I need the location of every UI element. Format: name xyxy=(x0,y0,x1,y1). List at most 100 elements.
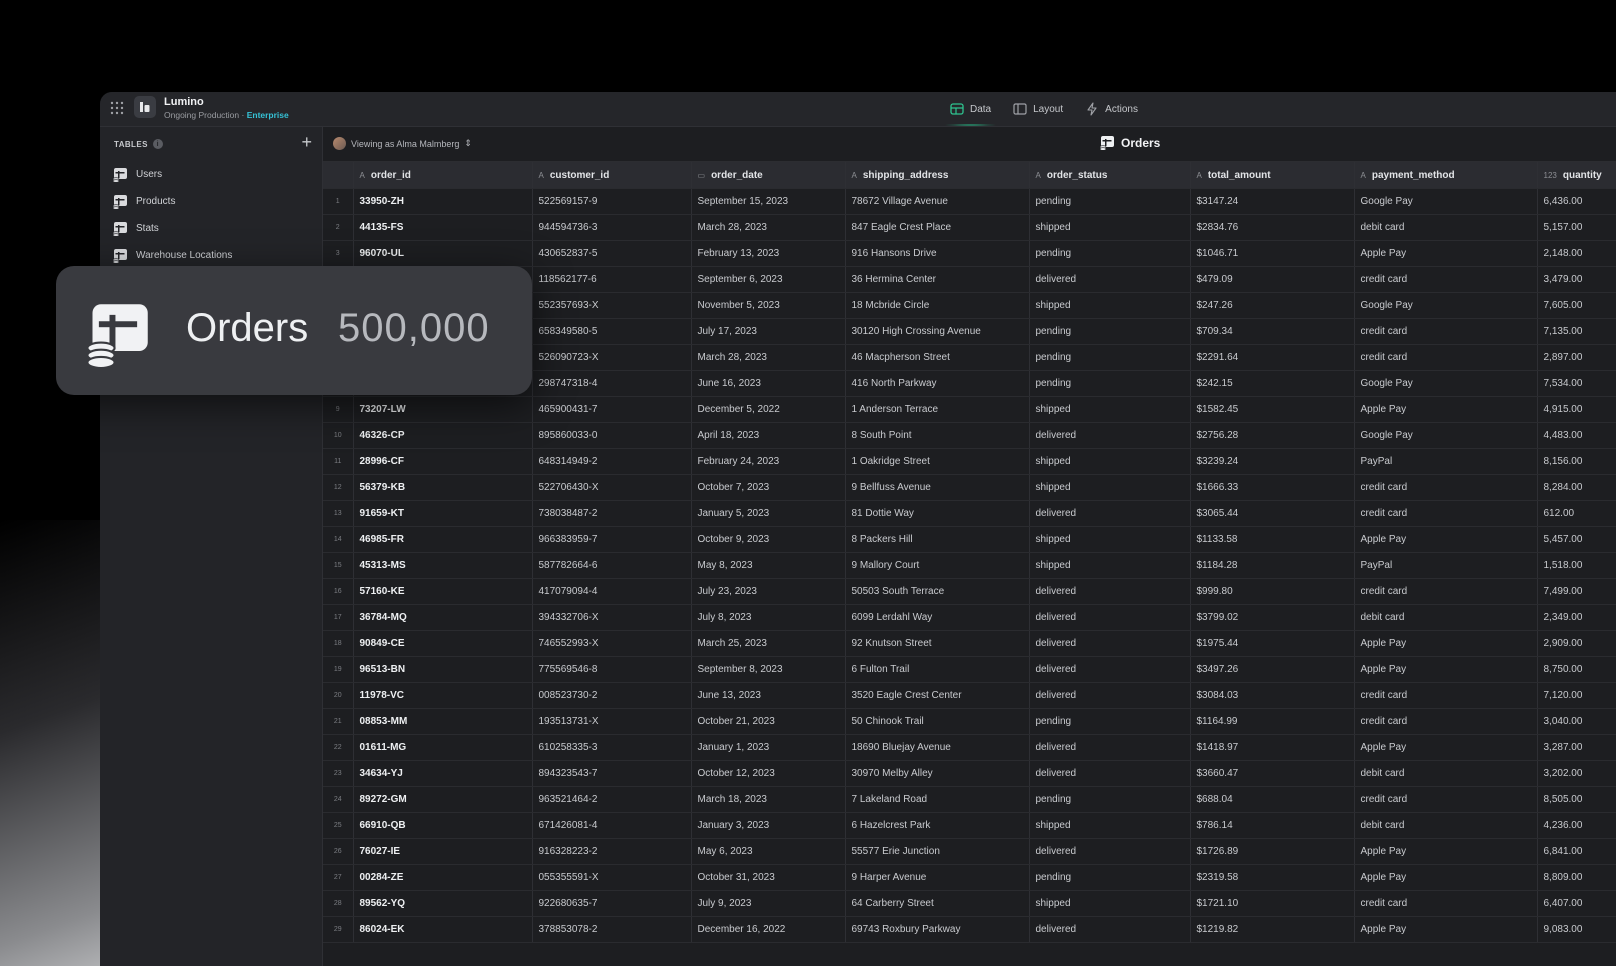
cell-customer-id[interactable]: 055355591-X xyxy=(532,864,692,891)
cell-quantity[interactable]: 8,809.00 xyxy=(1537,864,1616,891)
cell-order-status[interactable]: delivered xyxy=(1029,838,1191,865)
table-row[interactable]: 3 96070-UL 430652837-5 February 13, 2023 916… xyxy=(323,240,1616,267)
cell-total-amount[interactable]: $3799.02 xyxy=(1190,604,1355,631)
cell-total-amount[interactable]: $786.14 xyxy=(1190,812,1355,839)
column-header-order-date[interactable]: ▭ order_date xyxy=(691,162,846,189)
cell-customer-id[interactable]: 658349580-5 xyxy=(532,318,692,345)
cell-payment-method[interactable]: debit card xyxy=(1354,214,1538,241)
cell-quantity[interactable]: 7,135.00 xyxy=(1537,318,1616,345)
cell-customer-id[interactable]: 916328223-2 xyxy=(532,838,692,865)
cell-payment-method[interactable]: Apple Pay xyxy=(1354,526,1538,553)
cell-customer-id[interactable]: 895860033-0 xyxy=(532,422,692,449)
cell-order-status[interactable]: shipped xyxy=(1029,552,1191,579)
cell-shipping-address[interactable]: 50 Chinook Trail xyxy=(845,708,1030,735)
cell-order-id[interactable]: 33950-ZH xyxy=(353,188,533,215)
cell-payment-method[interactable]: credit card xyxy=(1354,890,1538,917)
cell-order-status[interactable]: shipped xyxy=(1029,812,1191,839)
cell-payment-method[interactable]: credit card xyxy=(1354,578,1538,605)
cell-order-status[interactable]: shipped xyxy=(1029,292,1191,319)
cell-total-amount[interactable]: $1975.44 xyxy=(1190,630,1355,657)
cell-order-date[interactable]: October 21, 2023 xyxy=(691,708,846,735)
cell-order-id[interactable]: 90849-CE xyxy=(353,630,533,657)
cell-shipping-address[interactable]: 50503 South Terrace xyxy=(845,578,1030,605)
cell-order-date[interactable]: July 9, 2023 xyxy=(691,890,846,917)
cell-customer-id[interactable]: 417079094-4 xyxy=(532,578,692,605)
table-row[interactable]: 14 46985-FR 966383959-7 October 9, 2023 8 Pa… xyxy=(323,526,1616,553)
column-header-quantity[interactable]: 123 quantity xyxy=(1537,162,1616,189)
cell-order-status[interactable]: shipped xyxy=(1029,214,1191,241)
cell-quantity[interactable]: 8,284.00 xyxy=(1537,474,1616,501)
table-row[interactable]: 24 89272-GM 963521464-2 March 18, 2023 7 Lak… xyxy=(323,786,1616,813)
cell-order-date[interactable]: October 9, 2023 xyxy=(691,526,846,553)
cell-shipping-address[interactable]: 6 Fulton Trail xyxy=(845,656,1030,683)
cell-quantity[interactable]: 9,083.00 xyxy=(1537,916,1616,943)
cell-customer-id[interactable]: 522706430-X xyxy=(532,474,692,501)
column-header-customer-id[interactable]: Acustomer_id xyxy=(532,162,692,189)
cell-order-id[interactable]: 11978-VC xyxy=(353,682,533,709)
cell-payment-method[interactable]: credit card xyxy=(1354,474,1538,501)
cell-shipping-address[interactable]: 9 Mallory Court xyxy=(845,552,1030,579)
cell-quantity[interactable]: 6,436.00 xyxy=(1537,188,1616,215)
cell-quantity[interactable]: 3,479.00 xyxy=(1537,266,1616,293)
cell-total-amount[interactable]: $1726.89 xyxy=(1190,838,1355,865)
cell-total-amount[interactable]: $1418.97 xyxy=(1190,734,1355,761)
cell-customer-id[interactable]: 298747318-4 xyxy=(532,370,692,397)
column-header-payment-method[interactable]: Apayment_method xyxy=(1354,162,1538,189)
cell-order-date[interactable]: July 8, 2023 xyxy=(691,604,846,631)
cell-shipping-address[interactable]: 18 Mcbride Circle xyxy=(845,292,1030,319)
cell-order-status[interactable]: delivered xyxy=(1029,266,1191,293)
cell-order-date[interactable]: March 28, 2023 xyxy=(691,214,846,241)
cell-payment-method[interactable]: Google Pay xyxy=(1354,370,1538,397)
cell-order-date[interactable]: March 18, 2023 xyxy=(691,786,846,813)
cell-shipping-address[interactable]: 9 Harper Avenue xyxy=(845,864,1030,891)
cell-total-amount[interactable]: $1721.10 xyxy=(1190,890,1355,917)
cell-order-id[interactable]: 73207-LW xyxy=(353,396,533,423)
table-row[interactable]: 2 44135-FS 944594736-3 March 28, 2023 847 Ea… xyxy=(323,214,1616,241)
table-row[interactable]: 13 91659-KT 738038487-2 January 5, 2023 81 D… xyxy=(323,500,1616,527)
cell-order-status[interactable]: delivered xyxy=(1029,422,1191,449)
cell-order-status[interactable]: delivered xyxy=(1029,916,1191,943)
cell-total-amount[interactable]: $247.26 xyxy=(1190,292,1355,319)
cell-order-date[interactable]: July 23, 2023 xyxy=(691,578,846,605)
cell-order-status[interactable]: pending xyxy=(1029,370,1191,397)
cell-total-amount[interactable]: $709.34 xyxy=(1190,318,1355,345)
cell-total-amount[interactable]: $1184.28 xyxy=(1190,552,1355,579)
cell-order-status[interactable]: pending xyxy=(1029,188,1191,215)
cell-payment-method[interactable]: debit card xyxy=(1354,812,1538,839)
cell-order-date[interactable]: April 18, 2023 xyxy=(691,422,846,449)
cell-order-date[interactable]: July 17, 2023 xyxy=(691,318,846,345)
cell-order-date[interactable]: June 13, 2023 xyxy=(691,682,846,709)
cell-payment-method[interactable]: Google Pay xyxy=(1354,188,1538,215)
table-row[interactable]: 1 33950-ZH 522569157-9 September 15, 2023 78… xyxy=(323,188,1616,215)
info-icon[interactable]: i xyxy=(152,139,163,149)
cell-order-status[interactable]: shipped xyxy=(1029,448,1191,475)
cell-order-date[interactable]: January 3, 2023 xyxy=(691,812,846,839)
cell-order-id[interactable]: 01611-MG xyxy=(353,734,533,761)
cell-payment-method[interactable]: Apple Pay xyxy=(1354,240,1538,267)
column-header-order-id[interactable]: Aorder_id xyxy=(353,162,533,189)
cell-customer-id[interactable]: 430652837-5 xyxy=(532,240,692,267)
sidebar-item-users[interactable]: Users xyxy=(112,161,312,188)
cell-quantity[interactable]: 7,499.00 xyxy=(1537,578,1616,605)
cell-shipping-address[interactable]: 3520 Eagle Crest Center xyxy=(845,682,1030,709)
cell-order-id[interactable]: 96513-BN xyxy=(353,656,533,683)
cell-order-status[interactable]: delivered xyxy=(1029,578,1191,605)
cell-order-status[interactable]: delivered xyxy=(1029,734,1191,761)
cell-customer-id[interactable]: 894323543-7 xyxy=(532,760,692,787)
cell-order-id[interactable]: 08853-MM xyxy=(353,708,533,735)
cell-order-date[interactable]: May 8, 2023 xyxy=(691,552,846,579)
cell-order-date[interactable]: March 25, 2023 xyxy=(691,630,846,657)
column-header-order-status[interactable]: Aorder_status xyxy=(1029,162,1191,189)
cell-quantity[interactable]: 612.00 xyxy=(1537,500,1616,527)
cell-customer-id[interactable]: 922680635-7 xyxy=(532,890,692,917)
cell-total-amount[interactable]: $242.15 xyxy=(1190,370,1355,397)
cell-total-amount[interactable]: $2291.64 xyxy=(1190,344,1355,371)
table-row[interactable]: 9 73207-LW 465900431-7 December 5, 2022 1 An… xyxy=(323,396,1616,423)
cell-total-amount[interactable]: $2756.28 xyxy=(1190,422,1355,449)
cell-order-date[interactable]: January 1, 2023 xyxy=(691,734,846,761)
cell-customer-id[interactable]: 671426081-4 xyxy=(532,812,692,839)
cell-total-amount[interactable]: $3065.44 xyxy=(1190,500,1355,527)
cell-order-status[interactable]: pending xyxy=(1029,708,1191,735)
cell-total-amount[interactable]: $3084.03 xyxy=(1190,682,1355,709)
cell-order-id[interactable]: 45313-MS xyxy=(353,552,533,579)
